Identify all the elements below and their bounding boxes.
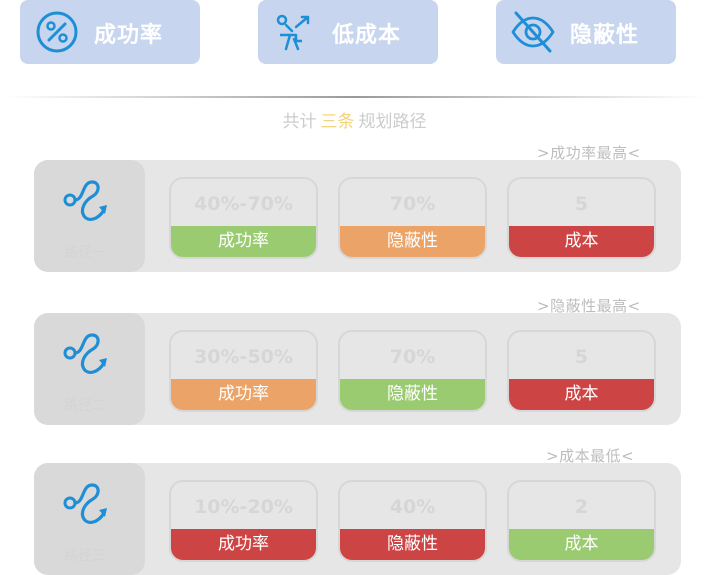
tab-label: 隐蔽性 [570,23,640,48]
metric-value: 70% [389,193,436,215]
metric-stealth: 70% 隐蔽性 [338,177,487,259]
metric-label: 隐蔽性 [340,529,485,560]
route-name: 路径三 [64,548,106,564]
metric-label: 成功率 [171,226,316,257]
route-name: 路径一 [64,245,106,261]
metric-label: 成本 [509,379,654,410]
metric-label: 隐蔽性 [340,379,485,410]
tab-label: 低成本 [332,23,402,48]
route-card[interactable]: 路径三 10%-20% 成功率 40% 隐蔽性 2 成本 [34,463,681,575]
metric-success-rate: 30%-50% 成功率 [169,330,318,412]
metric-value: 30%-50% [194,346,293,368]
tab-low-cost[interactable]: 低成本 [258,0,438,64]
metric-stealth: 70% 隐蔽性 [338,330,487,412]
route-path-icon [63,483,107,524]
metric-stealth: 40% 隐蔽性 [338,480,487,562]
route-flag-icon [276,14,310,51]
criteria-tabs: 成功率 低成本 隐蔽性 [0,0,709,70]
metric-label: 成功率 [171,379,316,410]
route-card[interactable]: 路径二 30%-50% 成功率 70% 隐蔽性 5 成本 [34,313,681,425]
tab-success-rate[interactable]: 成功率 [20,0,200,64]
metric-value: 40%-70% [194,193,293,215]
eye-off-icon [511,11,555,53]
route-icon-button[interactable]: 路径二 [34,313,145,425]
metric-label: 成功率 [171,529,316,560]
metric-label: 隐蔽性 [340,226,485,257]
route-name: 路径二 [64,398,106,414]
metric-value: 10%-20% [194,496,293,518]
summary-prefix: 共计 [282,112,317,132]
metric-value: 70% [389,346,436,368]
metric-value: 2 [574,496,589,518]
divider [5,96,704,98]
route-card[interactable]: 路径一 40%-70% 成功率 70% 隐蔽性 5 成本 [34,160,681,272]
tab-stealth[interactable]: 隐蔽性 [496,0,676,64]
summary-suffix: 规划路径 [358,112,427,132]
route-path-icon [63,333,107,374]
metric-cost: 2 成本 [507,480,656,562]
metric-value: 5 [574,193,589,215]
metric-value: 5 [574,346,589,368]
percent-circle-icon [36,11,78,53]
metric-value: 40% [389,496,436,518]
metric-success-rate: 40%-70% 成功率 [169,177,318,259]
route-count: 三条 [320,112,355,132]
route-count-summary: 共计 三条 规划路径 [0,107,709,132]
route-icon-button[interactable]: 路径三 [34,463,145,575]
tab-label: 成功率 [94,23,164,48]
metric-label: 成本 [509,226,654,257]
metric-cost: 5 成本 [507,177,656,259]
route-path-icon [63,180,107,221]
metric-success-rate: 10%-20% 成功率 [169,480,318,562]
route-icon-button[interactable]: 路径一 [34,160,145,272]
metric-cost: 5 成本 [507,330,656,412]
metric-label: 成本 [509,529,654,560]
